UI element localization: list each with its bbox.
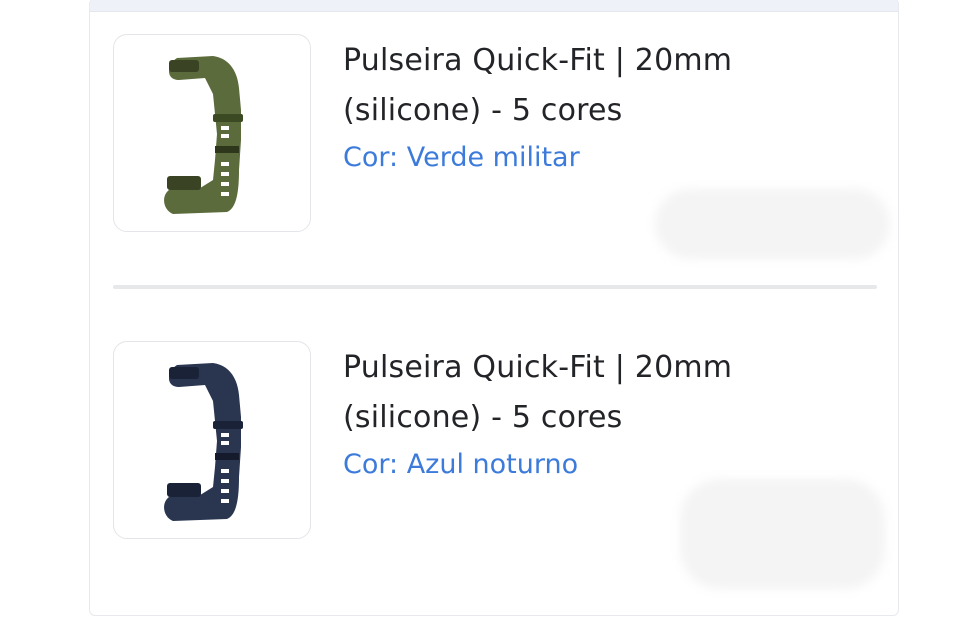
product-thumbnail[interactable] [113,341,311,539]
variant-label: Cor: [343,449,399,480]
watch-band-icon [164,363,243,521]
product-title[interactable]: Pulseira Quick-Fit | 20mm (silicone) - 5… [343,343,813,443]
product-thumbnail[interactable] [113,34,311,232]
product-variant: Cor: Verde militar [343,136,863,180]
watch-band-icon [164,56,243,214]
product-title[interactable]: Pulseira Quick-Fit | 20mm (silicone) - 5… [343,36,813,136]
redacted-area [655,189,890,259]
variant-value: Verde militar [406,142,580,173]
variant-value: Azul noturno [406,449,579,480]
band-shape [164,363,243,521]
variant-label: Cor: [343,142,399,173]
card-top-strip [90,0,898,12]
cart-card: Pulseira Quick-Fit | 20mm (silicone) - 5… [89,0,899,616]
redacted-area [680,479,885,589]
product-info: Pulseira Quick-Fit | 20mm (silicone) - 5… [343,343,863,487]
band-shape [164,56,243,214]
product-info: Pulseira Quick-Fit | 20mm (silicone) - 5… [343,36,863,180]
item-divider [113,285,877,289]
